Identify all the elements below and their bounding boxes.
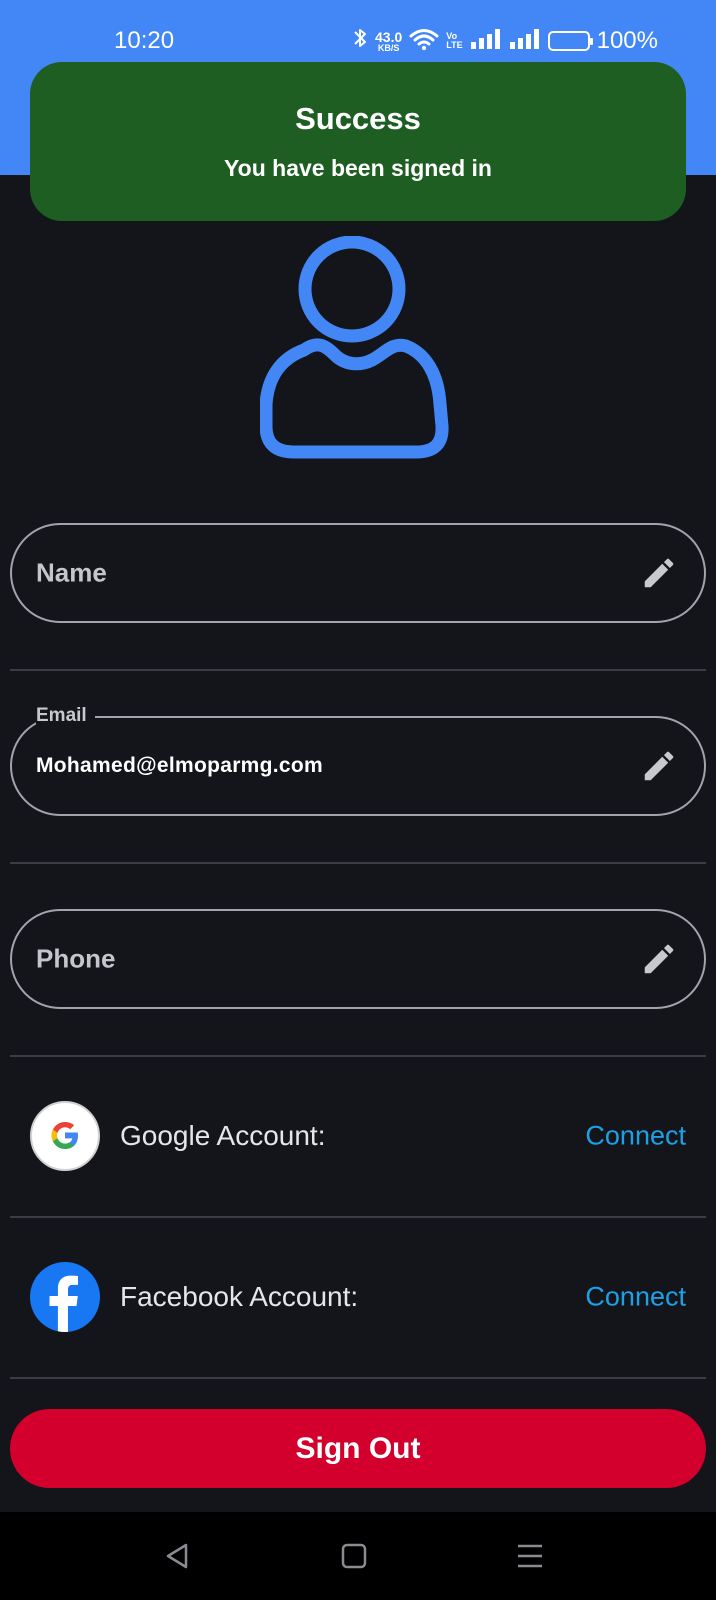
network-speed-value: 43.0 [375, 28, 403, 45]
toast-message: You have been signed in [224, 155, 492, 181]
sign-out-button[interactable]: Sign Out [10, 1409, 706, 1488]
google-account-row: Google Account: Connect [10, 1086, 706, 1186]
email-label: Email [36, 705, 95, 727]
divider [10, 1055, 706, 1057]
navigation-bar [0, 1512, 716, 1600]
signal-icon [470, 28, 502, 55]
pencil-icon[interactable] [640, 747, 678, 785]
phone-field[interactable]: Phone [10, 909, 706, 1009]
volte-icon: Vo LTE [446, 32, 462, 50]
bluetooth-icon [352, 26, 368, 56]
google-connect-button[interactable]: Connect [585, 1121, 686, 1152]
status-time: 10:20 [114, 27, 175, 54]
divider [10, 1216, 706, 1218]
facebook-account-row: Facebook Account: Connect [10, 1247, 706, 1347]
google-account-label: Google Account: [120, 1120, 326, 1151]
status-icons: 43.0 KB/S Vo LTE 100% [352, 24, 658, 58]
email-value: Mohamed@elmoparmg.com [36, 754, 323, 777]
network-speed-unit: KB/S [377, 42, 400, 53]
pencil-icon[interactable] [640, 554, 678, 592]
facebook-logo-icon [30, 1262, 100, 1332]
battery-icon [547, 31, 593, 51]
back-icon[interactable] [156, 1534, 200, 1578]
facebook-account-label: Facebook Account: [120, 1281, 359, 1312]
battery-percentage: 100% [596, 27, 658, 54]
email-field[interactable]: Email Mohamed@elmoparmg.com [10, 705, 706, 816]
phone-placeholder: Phone [36, 943, 116, 974]
name-placeholder: Name [36, 557, 107, 588]
divider [10, 669, 706, 671]
toast-title: Success [295, 101, 421, 136]
success-toast: Success You have been signed in [30, 62, 686, 221]
facebook-connect-button[interactable]: Connect [585, 1282, 686, 1313]
recents-icon[interactable] [508, 1534, 552, 1578]
home-icon[interactable] [332, 1534, 376, 1578]
google-logo-icon [30, 1101, 100, 1171]
divider [10, 862, 706, 864]
name-field[interactable]: Name [10, 523, 706, 623]
wifi-icon [409, 27, 439, 56]
network-speed: 43.0 KB/S [375, 30, 402, 53]
pencil-icon[interactable] [640, 940, 678, 978]
divider [10, 1377, 706, 1379]
person-outline-icon [259, 235, 454, 472]
signal-icon [509, 28, 541, 55]
volte-bottom: LTE [446, 40, 463, 50]
